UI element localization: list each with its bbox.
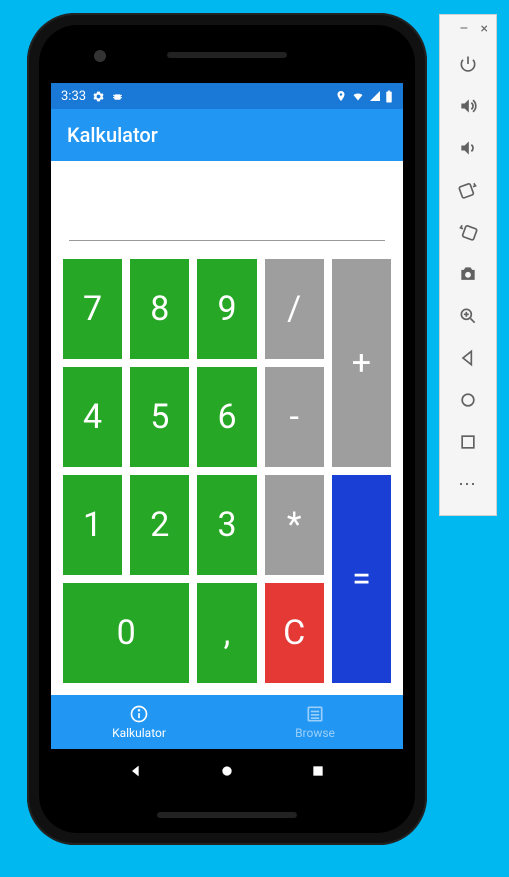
app-title: Kalkulator (67, 123, 158, 147)
rotate-right-icon[interactable] (440, 211, 496, 253)
tab-browse-label: Browse (295, 726, 335, 740)
zoom-icon[interactable] (440, 295, 496, 337)
back-icon[interactable] (440, 337, 496, 379)
key-plus[interactable]: + (332, 259, 391, 467)
key-0[interactable]: 0 (63, 583, 189, 683)
key-minus[interactable]: - (265, 367, 324, 467)
wifi-icon (351, 90, 365, 102)
gear-icon (92, 90, 105, 103)
signal-icon (369, 90, 381, 102)
key-divide[interactable]: / (265, 259, 324, 359)
location-icon (335, 90, 347, 102)
info-icon (129, 704, 149, 724)
emulator-toolbar: – × ⋯ (439, 14, 497, 516)
speaker-bottom (157, 812, 297, 818)
key-4[interactable]: 4 (63, 367, 122, 467)
keypad: 7 8 9 / + 4 5 6 - 1 2 3 * = (63, 259, 391, 695)
nav-overview[interactable] (309, 762, 327, 780)
more-icon[interactable]: ⋯ (440, 463, 496, 505)
calculator-content: 7 8 9 / + 4 5 6 - 1 2 3 * = (51, 161, 403, 695)
nav-home[interactable] (218, 762, 236, 780)
rotate-left-icon[interactable] (440, 169, 496, 211)
tab-bar: Kalkulator Browse (51, 695, 403, 749)
app-bar: Kalkulator (51, 109, 403, 161)
tab-browse[interactable]: Browse (227, 695, 403, 749)
battery-icon (385, 90, 393, 103)
home-icon[interactable] (440, 379, 496, 421)
power-icon[interactable] (440, 43, 496, 85)
phone-inner: 3:33 (39, 25, 415, 833)
key-5[interactable]: 5 (130, 367, 189, 467)
status-bar: 3:33 (51, 83, 403, 109)
status-time: 3:33 (61, 89, 86, 104)
debug-icon (111, 90, 124, 103)
key-multiply[interactable]: * (265, 475, 324, 575)
volume-down-icon[interactable] (440, 127, 496, 169)
key-comma[interactable]: , (197, 583, 256, 683)
phone-frame: 3:33 (27, 13, 427, 845)
key-clear[interactable]: C (265, 583, 324, 683)
list-icon (305, 704, 325, 724)
key-6[interactable]: 6 (197, 367, 256, 467)
overview-icon[interactable] (440, 421, 496, 463)
nav-back[interactable] (127, 762, 145, 780)
key-3[interactable]: 3 (197, 475, 256, 575)
key-8[interactable]: 8 (130, 259, 189, 359)
emulator-close[interactable]: × (481, 21, 488, 37)
key-1[interactable]: 1 (63, 475, 122, 575)
volume-up-icon[interactable] (440, 85, 496, 127)
tab-kalkulator-label: Kalkulator (112, 726, 166, 740)
screen: 3:33 (51, 83, 403, 793)
key-equals[interactable]: = (332, 475, 391, 683)
speaker-top (167, 52, 287, 58)
key-2[interactable]: 2 (130, 475, 189, 575)
tab-kalkulator[interactable]: Kalkulator (51, 695, 227, 749)
emulator-minimize[interactable]: – (459, 21, 468, 37)
camera-icon[interactable] (440, 253, 496, 295)
calculator-display (69, 161, 385, 241)
front-camera (94, 50, 106, 62)
key-7[interactable]: 7 (63, 259, 122, 359)
key-9[interactable]: 9 (197, 259, 256, 359)
android-nav-bar (51, 749, 403, 793)
